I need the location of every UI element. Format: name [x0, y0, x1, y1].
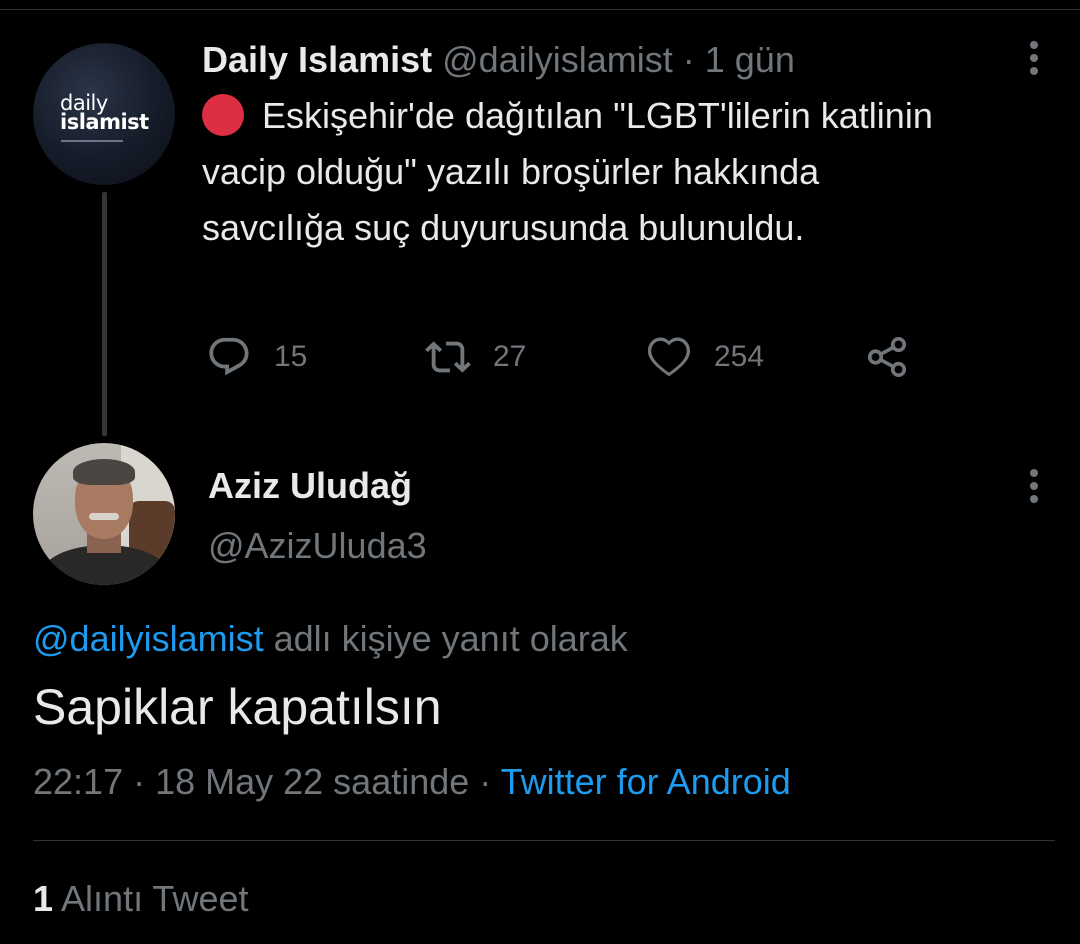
reply-action[interactable]: 15 [206, 334, 307, 380]
more-vertical-icon[interactable] [1030, 41, 1038, 77]
reply-count: 15 [274, 340, 308, 373]
meta-separator: · [469, 761, 501, 802]
replying-to-mention-link[interactable]: @dailyislamist [33, 618, 264, 659]
heart-icon [647, 337, 691, 377]
avatar-logo-line2: islamist [60, 110, 149, 134]
retweet-count: 27 [493, 340, 527, 373]
retweet-icon [425, 341, 471, 373]
share-icon [867, 336, 907, 378]
red-circle-icon [202, 94, 244, 136]
reply-tweet-text: Sapiklar kapatılsın [33, 679, 442, 735]
avatar-hair [73, 459, 135, 485]
top-divider [0, 9, 1080, 10]
avatar-mustache [89, 513, 119, 520]
parent-tweet-text-container: Eskişehir'de dağıtılan "LGBT'lilerin kat… [202, 88, 962, 256]
thread-connector-line [102, 192, 107, 436]
source-app-link[interactable]: Twitter for Android [501, 761, 791, 802]
replying-to-context: @dailyislamist adlı kişiye yanıt olarak [33, 617, 628, 661]
parent-header-separator: · [682, 39, 695, 80]
like-count: 254 [714, 340, 765, 373]
parent-handle[interactable]: @dailyislamist [442, 39, 673, 80]
parent-tweet-header: Daily Islamist @dailyislamist · 1 gün [202, 38, 795, 82]
replying-to-label: adlı kişiye yanıt olarak [263, 618, 628, 659]
retweet-action[interactable]: 27 [425, 334, 526, 380]
aziz-uludag-avatar[interactable] [33, 443, 175, 585]
quote-tweets-link[interactable]: 1 Alıntı Tweet [33, 877, 248, 921]
parent-tweet-text: Eskişehir'de dağıtılan "LGBT'lilerin kat… [202, 95, 933, 248]
reply-display-name[interactable]: Aziz Uludağ [208, 464, 412, 508]
parent-timestamp[interactable]: 1 gün [705, 39, 795, 80]
quote-tweets-count: 1 [33, 878, 54, 919]
parent-display-name[interactable]: Daily Islamist [202, 39, 432, 80]
tweet-meta: 22:17 · 18 May 22 saatinde · Twitter for… [33, 760, 791, 804]
daily-islamist-avatar[interactable]: daily islamist [33, 43, 175, 185]
like-action[interactable]: 254 [646, 334, 764, 380]
reply-handle[interactable]: @AzizUluda3 [208, 524, 427, 568]
quote-tweets-label: Alıntı Tweet [53, 878, 249, 919]
avatar-logo-rule [61, 140, 123, 142]
reply-icon [209, 337, 249, 376]
tweet-timestamp[interactable]: 22:17 · 18 May 22 saatinde [33, 761, 469, 802]
share-action[interactable] [864, 334, 910, 380]
meta-divider [33, 840, 1055, 841]
more-vertical-icon[interactable] [1030, 469, 1038, 505]
